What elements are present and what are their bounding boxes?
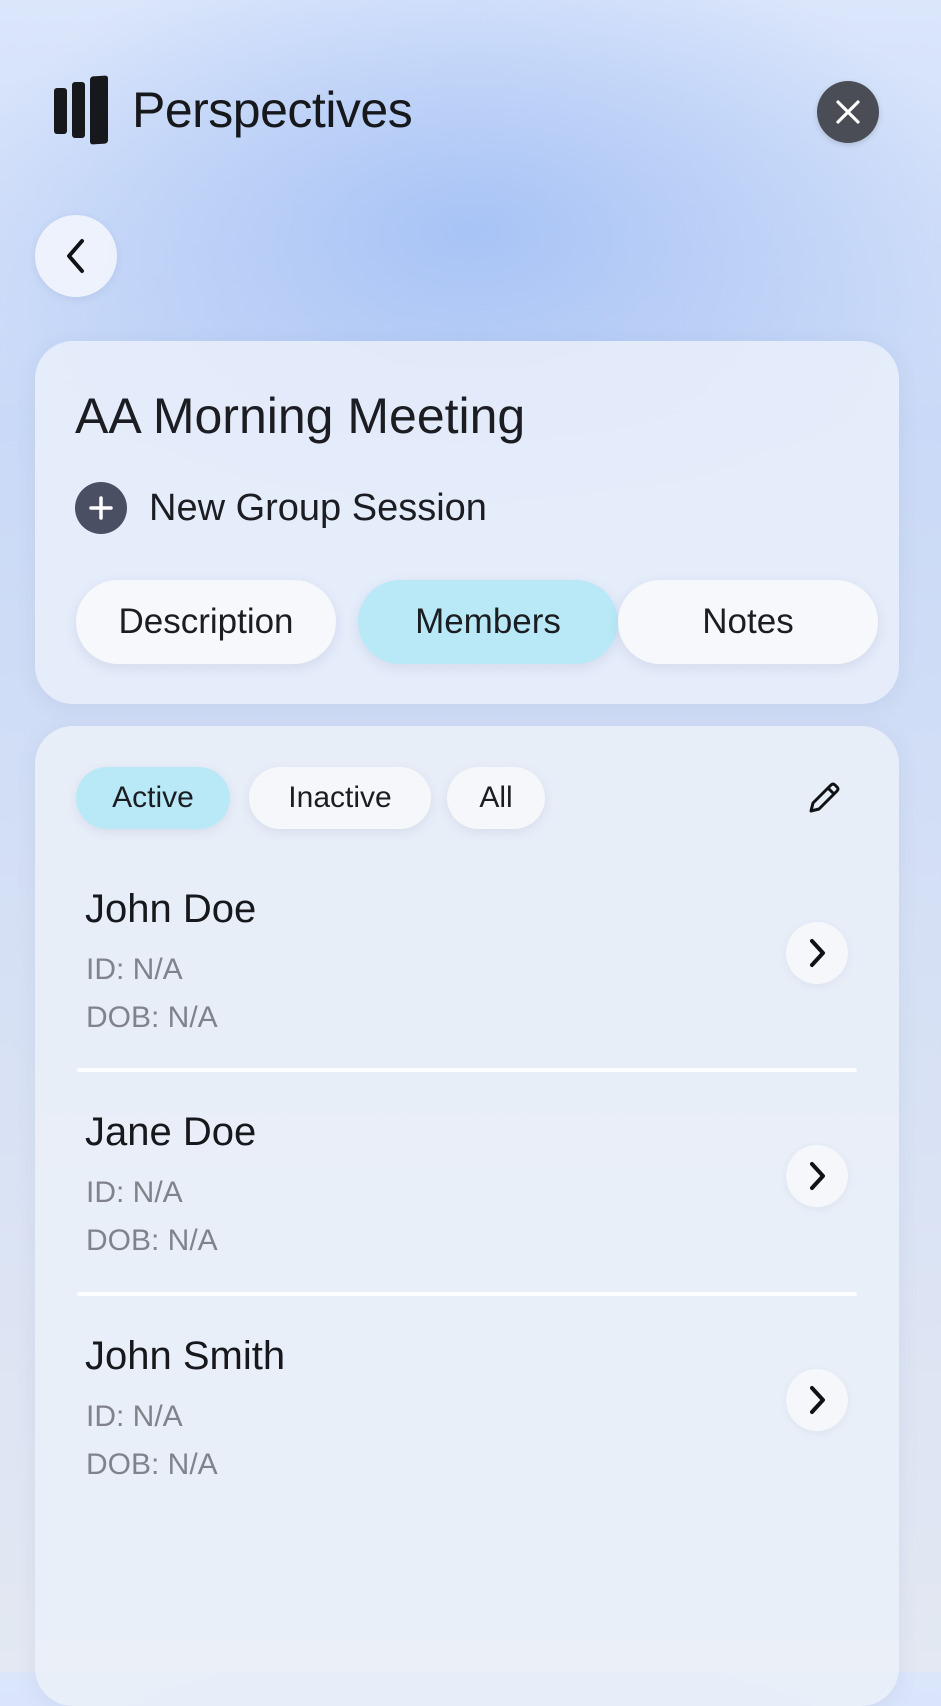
chevron-right-icon <box>810 1162 825 1190</box>
member-open-button[interactable] <box>786 1369 848 1431</box>
tab-notes[interactable]: Notes <box>618 580 878 664</box>
tab-description[interactable]: Description <box>76 580 336 664</box>
member-dob: DOB: N/A <box>86 1224 218 1257</box>
member-open-button[interactable] <box>786 1145 848 1207</box>
app-name: Perspectives <box>132 82 413 138</box>
member-row[interactable]: Jane Doe ID: N/A DOB: N/A <box>35 1110 899 1310</box>
group-title: AA Morning Meeting <box>75 388 526 444</box>
member-open-button[interactable] <box>786 922 848 984</box>
new-group-session-label: New Group Session <box>149 486 487 529</box>
member-id: ID: N/A <box>86 953 183 986</box>
member-name: Jane Doe <box>85 1110 257 1154</box>
chevron-right-icon <box>810 939 825 967</box>
filter-active[interactable]: Active <box>76 767 230 829</box>
filter-inactive[interactable]: Inactive <box>249 767 431 829</box>
group-card: AA Morning Meeting New Group Session Des… <box>35 341 899 704</box>
member-row[interactable]: John Doe ID: N/A DOB: N/A <box>35 887 899 1087</box>
filter-all[interactable]: All <box>447 767 545 829</box>
members-panel: Active Inactive All John Doe ID: N/A DOB… <box>35 726 899 1706</box>
member-name: John Doe <box>85 887 257 931</box>
plus-circle-icon <box>75 482 127 534</box>
member-name: John Smith <box>85 1334 286 1378</box>
member-dob: DOB: N/A <box>86 1448 218 1481</box>
member-dob: DOB: N/A <box>86 1001 218 1034</box>
app-logo: Perspectives <box>54 75 413 145</box>
member-id: ID: N/A <box>86 1176 183 1209</box>
tab-members[interactable]: Members <box>358 580 618 664</box>
row-divider <box>77 1068 857 1072</box>
close-button[interactable] <box>817 81 879 143</box>
bars-logo-icon <box>54 75 112 145</box>
member-row[interactable]: John Smith ID: N/A DOB: N/A <box>35 1334 899 1534</box>
chevron-left-icon <box>67 239 84 273</box>
member-id: ID: N/A <box>86 1400 183 1433</box>
row-divider <box>77 1292 857 1296</box>
chevron-right-icon <box>810 1386 825 1414</box>
edit-members-button[interactable] <box>801 775 847 821</box>
back-button[interactable] <box>35 215 117 297</box>
new-group-session-button[interactable]: New Group Session <box>75 482 487 534</box>
pencil-icon <box>809 782 840 813</box>
close-icon <box>836 100 860 124</box>
